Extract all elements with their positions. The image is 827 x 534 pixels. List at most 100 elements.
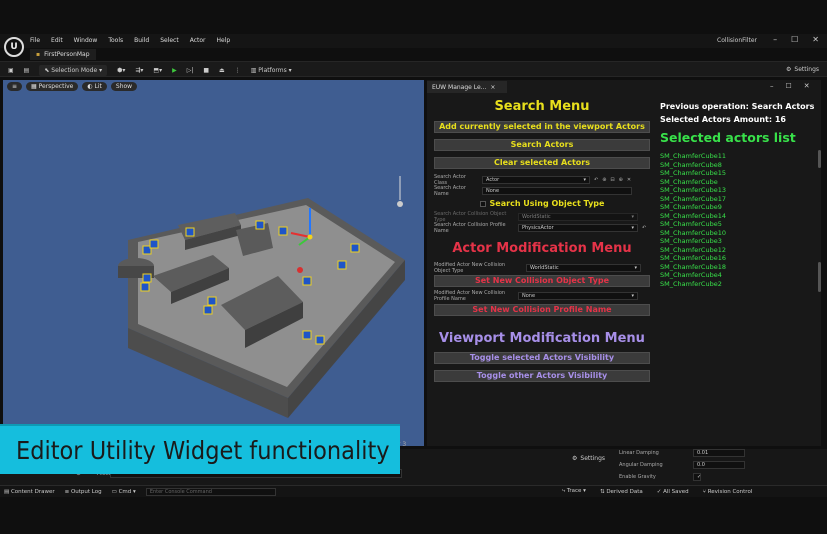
- caption-banner: Editor Utility Widget functionality: [0, 424, 400, 474]
- panel-maximize-icon[interactable]: ☐: [786, 82, 792, 90]
- use-selected-icon[interactable]: ⊟: [610, 177, 614, 183]
- settings-button[interactable]: ⚙ Settings: [786, 66, 819, 73]
- minimize-button[interactable]: –: [773, 35, 777, 44]
- all-saved-button[interactable]: ✓ All Saved: [657, 489, 689, 495]
- toggle-selected-visibility-button[interactable]: Toggle selected Actors Visibility: [434, 352, 650, 364]
- selected-amount-text: Selected Actors Amount: 16: [660, 115, 786, 124]
- add-selected-actors-button[interactable]: Add currently selected in the viewport A…: [434, 121, 650, 133]
- menu-item-tools[interactable]: Tools: [108, 37, 123, 44]
- eject-icon[interactable]: ⏏: [219, 67, 225, 74]
- menu-item-file[interactable]: File: [30, 37, 40, 44]
- new-object-type-dropdown[interactable]: WorldStatic ▾: [526, 263, 641, 272]
- more-options-icon[interactable]: ⋮: [235, 67, 241, 74]
- panel-scrollbar[interactable]: [818, 150, 821, 168]
- content-drawer-button[interactable]: ▤ Content Drawer: [4, 489, 55, 495]
- selected-actor-item: SM_ChamferCube15: [660, 169, 726, 177]
- clear-icon[interactable]: ✕: [627, 177, 631, 183]
- revision-control-label: Revision Control: [707, 488, 753, 495]
- linear-damping-input[interactable]: 0.01: [693, 449, 745, 457]
- detail-label: Enable Gravity: [619, 474, 656, 480]
- maximize-button[interactable]: ☐: [791, 35, 798, 44]
- selected-actor-item: SM_ChamferCube13: [660, 186, 726, 194]
- cube: [149, 239, 159, 249]
- player-start-marker: [297, 267, 303, 273]
- cube: [185, 227, 195, 237]
- selected-actor-item: SM_ChamferCube17: [660, 194, 726, 203]
- new-profile-label: Modified Actor New Collision Profile Nam…: [434, 289, 506, 302]
- add-icon[interactable]: ⊕: [619, 177, 623, 183]
- cmd-button[interactable]: ▭ Cmd ▾: [112, 489, 136, 495]
- level-viewport[interactable]: ≡ ▦ Perspective ◐ Lit Show: [3, 80, 424, 446]
- search-class-dropdown[interactable]: Actor ▾: [482, 175, 590, 184]
- content-drawer-label: Content Drawer: [10, 489, 55, 495]
- cube: [337, 260, 347, 270]
- browse-icon[interactable]: ▤: [24, 67, 30, 74]
- unreal-logo-icon[interactable]: U: [4, 37, 24, 57]
- revision-control-button[interactable]: ⑂ Revision Control: [703, 489, 753, 495]
- cube: [203, 305, 213, 315]
- blueprint-icon[interactable]: ⇶▾: [135, 67, 143, 74]
- trace-button[interactable]: ⤷ Trace ▾: [562, 488, 586, 495]
- step-icon[interactable]: ▷|: [187, 67, 194, 74]
- clear-selected-actors-button[interactable]: Clear selected Actors: [434, 157, 650, 169]
- set-collision-profile-button[interactable]: Set New Collision Profile Name: [434, 304, 650, 316]
- new-profile-dropdown[interactable]: None ▾: [518, 291, 638, 300]
- menu-item-build[interactable]: Build: [134, 37, 149, 44]
- search-actors-button[interactable]: Search Actors: [434, 139, 650, 151]
- menu-item-actor[interactable]: Actor: [190, 37, 206, 44]
- panel-window-controls: – ☐ ✕: [770, 82, 810, 90]
- detail-label: Angular Damping: [619, 462, 663, 468]
- selected-actor-item: SM_ChamferCube: [660, 177, 718, 186]
- browse-icon[interactable]: ⊕: [602, 177, 606, 183]
- cube: [315, 335, 325, 345]
- search-profile-dropdown[interactable]: PhysicsActor ▾: [518, 223, 638, 232]
- search-name-label: Search Actor Name: [434, 184, 466, 197]
- selected-actor-item: SM_ChamferCube16: [660, 254, 726, 262]
- panel-close-icon[interactable]: ✕: [804, 82, 810, 90]
- add-actor-icon[interactable]: ⬢▾: [117, 67, 125, 74]
- map-tab-label: FirstPersonMap: [44, 51, 90, 58]
- settings-label: Settings: [794, 66, 819, 73]
- search-profile-value: PhysicsActor: [522, 224, 554, 231]
- menu-item-select[interactable]: Select: [160, 37, 179, 44]
- set-collision-object-type-button[interactable]: Set New Collision Object Type: [434, 275, 650, 287]
- gear-icon: ⚙: [572, 455, 578, 462]
- selected-actor-item: SM_ChamferCube2: [660, 279, 722, 288]
- panel-scrollbar-thumb[interactable]: [818, 262, 821, 292]
- reset-arrow-icon[interactable]: ↶: [642, 225, 646, 231]
- close-button[interactable]: ✕: [812, 35, 819, 44]
- use-object-type-checkbox[interactable]: [479, 200, 486, 207]
- selected-actor-item: SM_ChamferCube10: [660, 228, 726, 237]
- output-log-button[interactable]: ≡ Output Log: [65, 489, 102, 495]
- map-tab[interactable]: ▪ FirstPersonMap: [30, 49, 96, 60]
- console-input[interactable]: Enter Console Command: [145, 488, 276, 496]
- platforms-button[interactable]: ▥ Platforms ▾: [251, 67, 292, 74]
- cube: [142, 273, 152, 283]
- enable-gravity-checkbox[interactable]: ✓: [693, 473, 701, 481]
- derived-data-button[interactable]: ⇅ Derived Data: [600, 489, 643, 495]
- close-tab-icon[interactable]: ×: [490, 84, 495, 91]
- selection-mode-button[interactable]: ⬉ Selection Mode ▾: [39, 65, 108, 76]
- selected-actor-item: SM_ChamferCube3: [660, 237, 722, 245]
- stop-icon[interactable]: ■: [203, 67, 209, 74]
- panel-minimize-icon[interactable]: –: [770, 82, 774, 90]
- main-menu: File Edit Window Tools Build Select Actor Help: [30, 37, 230, 44]
- new-object-type-value: WorldStatic: [530, 264, 559, 271]
- menu-item-edit[interactable]: Edit: [51, 37, 63, 44]
- all-saved-label: All Saved: [663, 488, 689, 495]
- cinematics-icon[interactable]: ⬒▾: [153, 67, 162, 74]
- euw-tab[interactable]: EUW Manage Le... ×: [427, 81, 507, 93]
- toggle-other-visibility-button[interactable]: Toggle other Actors Visibility: [434, 370, 650, 382]
- search-name-input[interactable]: None: [482, 186, 632, 195]
- details-settings-button[interactable]: ⚙ Settings: [572, 455, 605, 462]
- reset-arrow-icon[interactable]: ↶: [594, 177, 598, 183]
- cube: [278, 226, 288, 236]
- menu-item-window[interactable]: Window: [74, 37, 98, 44]
- cube: [350, 243, 360, 253]
- play-icon[interactable]: ▶: [172, 67, 177, 74]
- level-icon: ▪: [36, 51, 41, 58]
- angular-damping-input[interactable]: 0.0: [693, 461, 745, 469]
- previous-operation-text: Previous operation: Search Actors: [660, 102, 815, 111]
- save-icon[interactable]: ▣: [8, 67, 14, 74]
- menu-item-help[interactable]: Help: [217, 37, 231, 44]
